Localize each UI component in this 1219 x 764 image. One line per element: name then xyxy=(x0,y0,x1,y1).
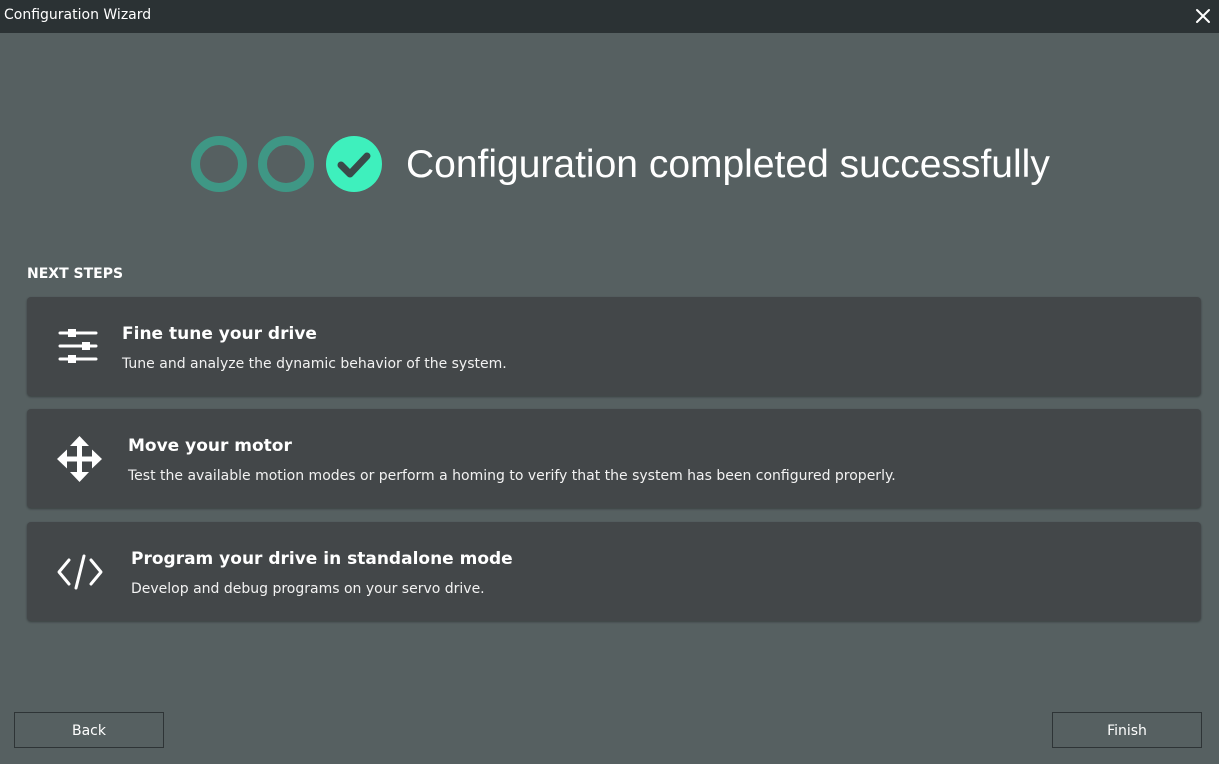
standalone-program-card[interactable]: Program your drive in standalone mode De… xyxy=(27,522,1201,621)
back-button[interactable]: Back xyxy=(14,712,164,748)
card-description: Tune and analyze the dynamic behavior of… xyxy=(122,356,507,372)
page-title: Configuration completed successfully xyxy=(406,143,1050,186)
card-title: Move your motor xyxy=(128,436,292,456)
ring-icon xyxy=(191,136,247,192)
card-description: Test the available motion modes or perfo… xyxy=(128,468,896,484)
close-icon[interactable] xyxy=(1191,4,1215,28)
move-arrows-icon xyxy=(55,435,103,483)
card-description: Develop and debug programs on your servo… xyxy=(131,581,485,597)
section-label: NEXT STEPS xyxy=(27,266,124,282)
finish-button[interactable]: Finish xyxy=(1052,712,1202,748)
code-icon xyxy=(55,548,103,596)
check-circle-icon xyxy=(326,136,382,192)
fine-tune-card[interactable]: Fine tune your drive Tune and analyze th… xyxy=(27,297,1201,396)
card-title: Fine tune your drive xyxy=(122,324,317,344)
card-title: Program your drive in standalone mode xyxy=(131,549,513,569)
window-title: Configuration Wizard xyxy=(4,7,152,23)
completion-status: Configuration completed successfully xyxy=(191,135,1091,193)
ring-icon xyxy=(258,136,314,192)
title-bar: Configuration Wizard xyxy=(0,0,1219,33)
move-motor-card[interactable]: Move your motor Test the available motio… xyxy=(27,409,1201,508)
sliders-icon xyxy=(55,323,103,371)
